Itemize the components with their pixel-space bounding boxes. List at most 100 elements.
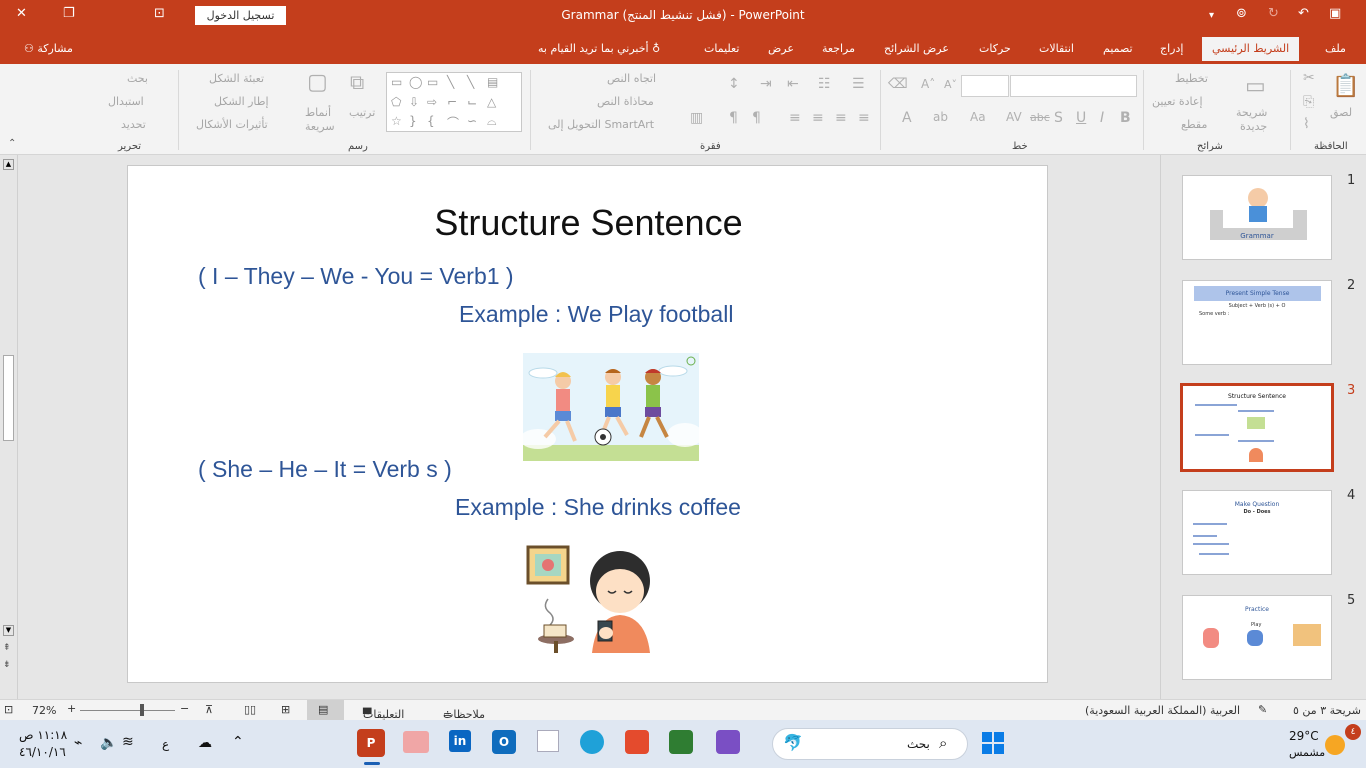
tab-help[interactable]: تعليمات	[704, 42, 739, 55]
line-spacing-icon[interactable]: ↕	[728, 76, 740, 92]
new-slide-icon[interactable]: ▭	[1245, 74, 1266, 99]
clock-date[interactable]: ٤٦/١٠/١٦	[19, 745, 66, 759]
coffee-image[interactable]	[524, 541, 662, 653]
shadow-icon[interactable]: S	[1054, 110, 1063, 126]
quick-styles-label-2[interactable]: سريعة	[305, 120, 335, 133]
language-indicator[interactable]: العربية (المملكة العربية السعودية)	[1085, 704, 1240, 717]
share-button[interactable]: ⚇ مشاركة	[24, 42, 73, 55]
new-slide-label[interactable]: شريحة	[1236, 106, 1267, 119]
tab-slideshow[interactable]: عرض الشرائح	[884, 42, 949, 55]
arrange-icon[interactable]: ⧉	[350, 70, 364, 94]
replace-button[interactable]: استبدال	[108, 95, 144, 108]
tab-insert[interactable]: إدراج	[1160, 42, 1183, 55]
select-button[interactable]: تحديد	[121, 118, 146, 131]
app-icon[interactable]	[669, 730, 693, 754]
linkedin-app-icon[interactable]: in	[449, 730, 471, 752]
slide-title[interactable]: Structure Sentence	[128, 202, 1049, 244]
section-button[interactable]: مقطع	[1181, 118, 1207, 131]
paste-label[interactable]: لصق	[1330, 106, 1352, 119]
paste-icon[interactable]: 📋	[1332, 74, 1359, 99]
input-language[interactable]: ع	[162, 737, 169, 751]
scroll-up-icon[interactable]: ▲	[3, 159, 14, 170]
find-button[interactable]: بحث	[127, 72, 148, 85]
zoom-slider-track[interactable]	[80, 710, 175, 711]
font-shrink-icon[interactable]: A˅	[944, 78, 957, 91]
highlight-icon[interactable]: ab	[933, 110, 948, 124]
chevron-up-icon[interactable]: ⌃	[232, 734, 244, 750]
char-spacing-icon[interactable]: AV	[1006, 110, 1022, 124]
clear-format-icon[interactable]: ⌫	[888, 76, 908, 92]
battery-icon[interactable]: ⌁	[74, 735, 82, 751]
slideshow-view-icon[interactable]: ⊼	[205, 703, 213, 716]
shapes-gallery[interactable]: ▭ ◯ ▭ ╲ ╲ ▤ ⬠ ⇩ ⇨ ⌐ ⌙ △ ☆ } { ⌒ ∽ ⌓	[386, 72, 522, 132]
tab-tell-me[interactable]: أخبرني بما تريد القيام به ♁	[538, 42, 660, 55]
copy-icon[interactable]: ⎘	[1303, 94, 1314, 110]
columns-icon[interactable]: ▥	[690, 110, 703, 126]
app-icon[interactable]	[625, 730, 649, 754]
normal-view-icon[interactable]: ▤	[318, 703, 328, 716]
tab-file[interactable]: ملف	[1325, 42, 1346, 55]
mail-app-icon[interactable]	[403, 731, 429, 753]
volume-icon[interactable]: 🔈	[100, 735, 117, 751]
justify-icon[interactable]: ≡	[789, 110, 801, 126]
align-right-icon[interactable]: ≡	[858, 110, 870, 126]
tab-review[interactable]: مراجعة	[822, 42, 855, 55]
zoom-in-icon[interactable]: +	[67, 702, 76, 715]
ltr-icon[interactable]: ¶	[729, 110, 738, 126]
align-center-icon[interactable]: ≡	[835, 110, 847, 126]
store-app-icon[interactable]	[537, 730, 559, 752]
redo-icon[interactable]: ↻	[1268, 6, 1279, 21]
prev-slide-icon[interactable]: ⇞	[3, 643, 11, 653]
powerpoint-app-icon[interactable]: P	[357, 729, 385, 757]
align-left-icon[interactable]: ≡	[812, 110, 824, 126]
fit-slide-icon[interactable]: ⊡	[4, 703, 13, 716]
zoom-slider-thumb[interactable]	[140, 704, 144, 716]
rtl-icon[interactable]: ¶	[752, 110, 761, 126]
editor-scrollbar[interactable]: ▲ ▼ ⇞ ⇟	[0, 155, 18, 699]
font-color-icon[interactable]: A	[902, 110, 912, 126]
spellcheck-icon[interactable]: ✎	[1258, 703, 1267, 716]
weather-status[interactable]: مشمس	[1289, 746, 1325, 759]
arrange-button[interactable]: ترتيب	[349, 106, 375, 119]
shape-fill-button[interactable]: تعبئة الشكل	[209, 72, 264, 85]
outlook-app-icon[interactable]: O	[492, 730, 516, 754]
tab-design[interactable]: تصميم	[1103, 42, 1133, 55]
temperature[interactable]: 29°C	[1289, 729, 1319, 743]
cut-icon[interactable]: ✂	[1303, 70, 1315, 86]
undo-icon[interactable]: ↶	[1298, 6, 1309, 21]
reading-view-icon[interactable]: ▯▯	[244, 703, 256, 716]
change-case-icon[interactable]: Aa	[970, 110, 986, 124]
bold-icon[interactable]: B	[1120, 110, 1131, 126]
customize-qat-icon[interactable]: ▾	[1209, 10, 1214, 21]
reset-button[interactable]: إعادة تعيين	[1152, 95, 1203, 108]
underline-icon[interactable]: U	[1076, 110, 1086, 126]
text-direction-button[interactable]: اتجاه النص	[607, 72, 656, 85]
bullets-icon[interactable]: ☰	[852, 76, 865, 92]
scroll-down-icon[interactable]: ▼	[3, 625, 14, 636]
decrease-indent-icon[interactable]: ⇤	[787, 76, 799, 92]
quick-styles-label[interactable]: أنماط	[305, 106, 331, 119]
next-slide-icon[interactable]: ⇟	[3, 660, 11, 670]
example-line-2[interactable]: Example : She drinks coffee	[455, 494, 741, 521]
slide-thumbnail-4[interactable]: Make Question Do - Does	[1182, 490, 1332, 575]
zoom-level[interactable]: 72%	[32, 704, 56, 717]
strikethrough-icon[interactable]: abc	[1030, 111, 1050, 124]
slide-thumbnail-1[interactable]: Grammar	[1182, 175, 1332, 260]
layout-button[interactable]: تخطيط	[1175, 72, 1208, 85]
rule-line-1[interactable]: ( I – They – We - You = Verb1 )	[198, 263, 514, 290]
format-painter-icon[interactable]: ⌇	[1303, 116, 1310, 132]
increase-indent-icon[interactable]: ⇥	[760, 76, 772, 92]
save-icon[interactable]: ▣	[1329, 6, 1341, 21]
font-size-box[interactable]	[961, 75, 1009, 97]
notification-badge[interactable]: ٤	[1345, 724, 1361, 740]
italic-icon[interactable]: I	[1100, 110, 1104, 126]
scroll-thumb[interactable]	[3, 355, 14, 441]
clock-time[interactable]: ١١:١٨ ص	[19, 728, 67, 742]
tab-transitions[interactable]: انتقالات	[1039, 42, 1074, 55]
cloud-icon[interactable]: ☁	[198, 735, 212, 751]
app-icon[interactable]	[716, 730, 740, 754]
present-icon[interactable]: ⊚	[1236, 6, 1247, 21]
wifi-icon[interactable]: ≋	[122, 734, 134, 750]
edge-app-icon[interactable]	[580, 730, 604, 754]
smartart-button[interactable]: التحويل إلى SmartArt	[548, 118, 654, 131]
